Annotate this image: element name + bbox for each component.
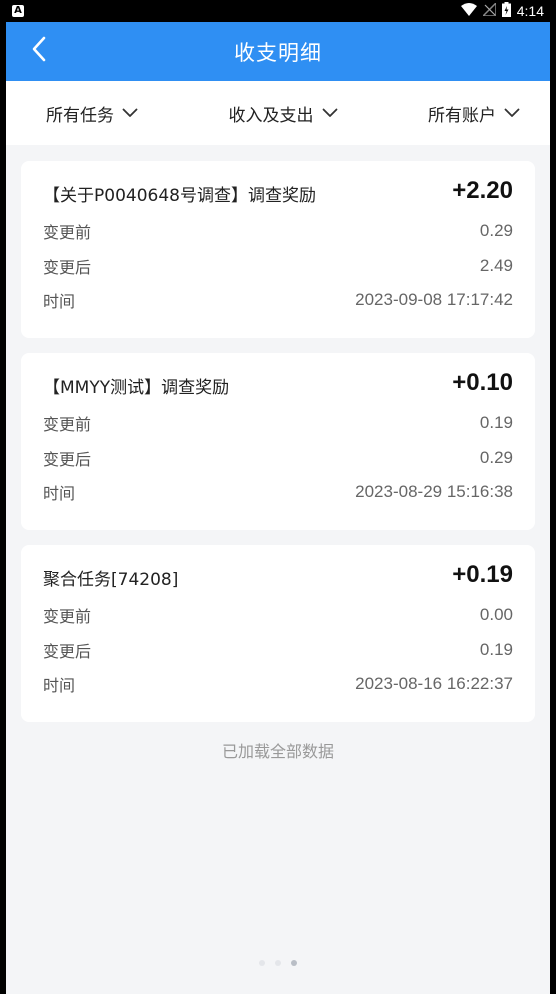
record-time-row: 时间 2023-09-08 17:17:42 xyxy=(43,283,513,318)
app-screen: A 4:14 收支明细 所有任务 收入及支出 所有账户 【关于P0040648号… xyxy=(6,0,550,994)
chevron-down-icon xyxy=(504,108,520,118)
status-bar: A 4:14 xyxy=(6,0,550,22)
record-after-row: 变更后 2.49 xyxy=(43,249,513,284)
record-card[interactable]: 【MMYY测试】调查奖励 +0.10 变更前 0.19 变更后 0.29 时间 … xyxy=(21,353,535,530)
record-before-row: 变更前 0.19 xyxy=(43,406,513,441)
record-amount: +0.19 xyxy=(452,561,513,588)
record-amount: +0.10 xyxy=(452,369,513,396)
app-bar: 收支明细 xyxy=(6,22,550,81)
before-label: 变更前 xyxy=(43,223,92,243)
battery-icon xyxy=(501,1,511,21)
record-time-row: 时间 2023-08-16 16:22:37 xyxy=(43,667,513,702)
record-card[interactable]: 【关于P0040648号调查】调查奖励 +2.20 变更前 0.29 变更后 2… xyxy=(21,161,535,338)
page-indicator xyxy=(6,960,550,966)
chevron-down-icon xyxy=(122,108,138,118)
filter-task-dropdown[interactable]: 所有任务 xyxy=(46,101,138,126)
after-value: 0.29 xyxy=(479,447,513,467)
time-value: 2023-08-16 16:22:37 xyxy=(355,674,513,694)
record-after-row: 变更后 0.19 xyxy=(43,633,513,668)
time-value: 2023-09-08 17:17:42 xyxy=(355,290,513,310)
filter-label: 所有账户 xyxy=(428,105,496,126)
record-card[interactable]: 聚合任务[74208] +0.19 变更前 0.00 变更后 0.19 时间 2… xyxy=(21,545,535,722)
filter-label: 收入及支出 xyxy=(228,105,314,126)
before-value: 0.00 xyxy=(479,605,513,625)
no-signal-icon xyxy=(480,0,497,20)
record-before-row: 变更前 0.00 xyxy=(43,598,513,633)
before-label: 变更前 xyxy=(43,607,92,627)
filter-label: 所有任务 xyxy=(46,105,114,126)
chevron-down-icon xyxy=(322,108,338,118)
before-value: 0.19 xyxy=(479,413,513,433)
page-title: 收支明细 xyxy=(234,40,322,65)
record-amount: +2.20 xyxy=(452,177,513,204)
page-dot xyxy=(259,960,265,966)
after-label: 变更后 xyxy=(43,449,92,469)
time-label: 时间 xyxy=(43,292,76,312)
notification-app-icon: A xyxy=(12,5,24,17)
record-title: 聚合任务[74208] xyxy=(43,570,179,590)
record-title: 【关于P0040648号调查】调查奖励 xyxy=(43,186,316,206)
page-dot xyxy=(275,960,281,966)
page-dot-active xyxy=(291,960,297,966)
back-button[interactable] xyxy=(24,36,54,66)
filter-type-dropdown[interactable]: 收入及支出 xyxy=(229,101,338,126)
record-before-row: 变更前 0.29 xyxy=(43,214,513,249)
filter-account-dropdown[interactable]: 所有账户 xyxy=(428,101,520,126)
time-label: 时间 xyxy=(43,676,76,696)
before-label: 变更前 xyxy=(43,415,92,435)
after-value: 0.19 xyxy=(479,639,513,659)
filter-bar: 所有任务 收入及支出 所有账户 xyxy=(6,81,550,145)
record-after-row: 变更后 0.29 xyxy=(43,441,513,476)
chevron-left-icon xyxy=(31,36,47,66)
before-value: 0.29 xyxy=(479,221,513,241)
all-loaded-note: 已加载全部数据 xyxy=(221,742,334,761)
time-value: 2023-08-29 15:16:38 xyxy=(355,482,513,502)
after-value: 2.49 xyxy=(479,255,513,275)
after-label: 变更后 xyxy=(43,257,92,277)
time-label: 时间 xyxy=(43,484,76,504)
record-time-row: 时间 2023-08-29 15:16:38 xyxy=(43,475,513,510)
records-list: 【关于P0040648号调查】调查奖励 +2.20 变更前 0.29 变更后 2… xyxy=(6,145,550,762)
after-label: 变更后 xyxy=(43,641,92,661)
status-time: 4:14 xyxy=(516,3,544,19)
wifi-icon xyxy=(460,2,477,20)
record-title: 【MMYY测试】调查奖励 xyxy=(43,378,230,398)
